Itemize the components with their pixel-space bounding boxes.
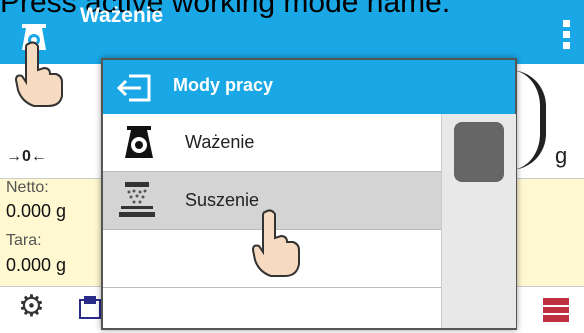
dialog-title: Mody pracy	[173, 75, 274, 95]
list-item-weighing[interactable]: Ważenie	[103, 114, 441, 172]
unit-label: g	[555, 143, 568, 168]
netto-value: 0.000 g	[6, 201, 67, 221]
print-icon[interactable]	[78, 296, 102, 327]
tara-label: Tara:	[6, 232, 42, 249]
database-icon[interactable]	[542, 296, 570, 329]
list-item-drying[interactable]: Suszenie	[103, 172, 441, 230]
zero-indicator: →0←	[6, 148, 47, 165]
dialog-header: Mody pracy	[103, 60, 515, 114]
gear-icon[interactable]: ⚙	[18, 292, 45, 322]
kebab-menu-icon[interactable]	[563, 20, 570, 53]
list-item-empty	[103, 230, 441, 288]
scrollbar-track[interactable]	[441, 114, 516, 328]
weighing-mode-icon	[123, 126, 155, 165]
drying-mode-icon	[119, 182, 155, 223]
app-title: Ważenie	[80, 4, 164, 27]
list-item-label: Suszenie	[185, 190, 260, 210]
list-item-label: Ważenie	[185, 132, 255, 152]
netto-label: Netto:	[6, 179, 49, 196]
scrollbar-thumb[interactable]	[454, 122, 504, 182]
list-item-empty	[103, 288, 441, 328]
work-modes-dialog: Mody pracy Ważenie Suszenie	[101, 58, 517, 330]
exit-icon[interactable]	[115, 74, 153, 107]
tara-value: 0.000 g	[6, 255, 67, 275]
scale-mode-icon[interactable]	[20, 22, 48, 57]
